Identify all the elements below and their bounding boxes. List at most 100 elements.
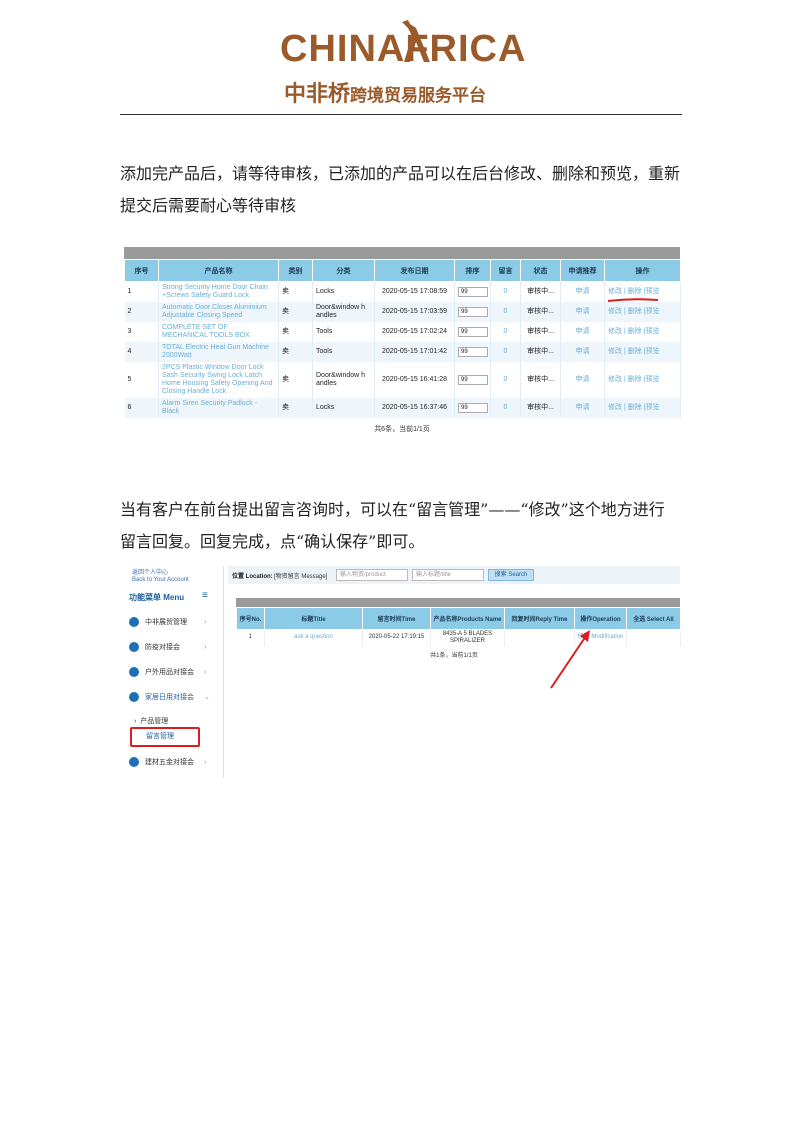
column-header: 发布日期	[374, 259, 455, 282]
cell-product: 8435-A 5 BLADES SPIRALIZER	[430, 629, 505, 646]
column-header: 类别	[278, 259, 313, 282]
cell-type: 卖	[278, 361, 313, 398]
product-name-link[interactable]: Alarm Siren Security Padlock - Black	[158, 397, 279, 418]
cell-category: Tools	[312, 321, 375, 342]
pagination-info: 共1条，当前1/1页	[430, 653, 478, 659]
sidebar-sub-products[interactable]: › 产品管理	[134, 716, 168, 726]
operation-links[interactable]: 修改 | 删除 |预览	[604, 301, 681, 322]
message-count-link[interactable]: 0	[490, 321, 521, 342]
status-badge: 审核中...	[520, 281, 561, 302]
table-row: 1 ask a question 2020-05-22 17:19:15 843…	[236, 629, 681, 646]
status-badge: 审核中...	[520, 361, 561, 398]
back-to-account-link[interactable]: 返回个人中心 Back to Your Account	[132, 570, 189, 584]
column-header: 操作	[604, 259, 681, 282]
column-header: 排序	[454, 259, 491, 282]
sort-input[interactable]: 99	[454, 281, 491, 302]
chevron-right-icon: ›	[204, 643, 207, 651]
cell-category: Door&window h andles	[312, 301, 375, 322]
sidebar: 返回个人中心 Back to Your Account 功能菜单 Menu ≡ 中…	[124, 566, 224, 778]
message-count-link[interactable]: 0	[490, 281, 521, 302]
message-count-link[interactable]: 0	[490, 301, 521, 322]
sort-input[interactable]: 99	[454, 301, 491, 322]
column-header: 申请推荐	[560, 259, 605, 282]
cell-no: 5	[124, 361, 159, 398]
menu-bullet-icon	[129, 692, 139, 702]
column-header: 序号No.	[236, 607, 265, 630]
column-header: 回复时间Reply Time	[504, 607, 575, 630]
table-row: 5 2PCS Plastic Window Door Lock Sash Secu…	[124, 361, 681, 398]
chinafrica-logo: CHINAFRICA 中非桥跨境贸易服务平台	[270, 18, 530, 107]
column-header: 留言时间Time	[362, 607, 431, 630]
arrow-annotation	[550, 630, 590, 689]
apply-recommend-link[interactable]: 申请	[560, 281, 605, 302]
menu-bullet-icon	[129, 642, 139, 652]
cell-category: Locks	[312, 281, 375, 302]
menu-bullet-icon	[129, 617, 139, 627]
product-name-link[interactable]: Strong Security Home Door Chain +Screws …	[158, 281, 279, 302]
product-name-link[interactable]: COMPLETE SET OF MECHANICAL TOOLS BOX	[158, 321, 279, 342]
title-search-input[interactable]: 输入标题/title	[412, 569, 484, 581]
sidebar-sub-messages[interactable]: 留言管理	[130, 727, 200, 747]
message-title-link[interactable]: ask a question	[264, 629, 363, 646]
sort-input[interactable]: 99	[454, 361, 491, 398]
cell-category: Door&window h andles	[312, 361, 375, 398]
product-name-link[interactable]: Automatic Door Closer Aluminium Adjustab…	[158, 301, 279, 322]
table-row: 1 Strong Security Home Door Chain +Screws…	[124, 281, 681, 302]
sort-input[interactable]: 99	[454, 397, 491, 418]
apply-recommend-link[interactable]: 申请	[560, 301, 605, 322]
cell-type: 卖	[278, 301, 313, 322]
menu-bullet-icon	[129, 757, 139, 767]
sidebar-item[interactable]: 家居日用对接会 ⌄	[129, 691, 210, 703]
message-count-link[interactable]: 0	[490, 397, 521, 418]
sidebar-item[interactable]: 建材五金对接会 ›	[129, 756, 206, 768]
cell-time: 2020-05-22 17:19:15	[362, 629, 431, 646]
sidebar-item[interactable]: 防疫对接会 ›	[129, 641, 206, 653]
cell-no: 1	[124, 281, 159, 302]
toolbar: 位置 Location: [物资留言 Message] 输入物资/product…	[228, 566, 680, 584]
paragraph-1: 添加完产品后，请等待审核，已添加的产品可以在后台修改、删除和预览，重新提交后需要…	[120, 164, 681, 215]
apply-recommend-link[interactable]: 申请	[560, 397, 605, 418]
status-badge: 审核中...	[520, 341, 561, 362]
product-table: 序号 产品名称 类别 分类 发布日期 排序 留言 状态 申请推荐 操作 1 Strong Secur…	[124, 259, 681, 418]
apply-recommend-link[interactable]: 申请	[560, 321, 605, 342]
table-topbar	[236, 598, 680, 607]
operation-links[interactable]: 修改 | 删除 |预览	[604, 397, 681, 418]
search-button[interactable]: 搜索 Search	[488, 569, 534, 581]
cell-date: 2020-05-15 16:37:46	[374, 397, 455, 418]
cell-date: 2020-05-15 17:03:59	[374, 301, 455, 322]
message-count-link[interactable]: 0	[490, 361, 521, 398]
operation-links[interactable]: 修改 | 删除 |预览	[604, 361, 681, 398]
product-list-screenshot: 序号 产品名称 类别 分类 发布日期 排序 留言 状态 申请推荐 操作 1 Strong Secur…	[124, 247, 681, 433]
table-row: 4 TOTAL Electric Heat Gun Machine 2000Wat…	[124, 341, 681, 362]
sidebar-item[interactable]: 中非展贸管理 ›	[129, 616, 206, 628]
table-row: 6 Alarm Siren Security Padlock - Black 卖 Lo…	[124, 397, 681, 418]
location-path: [物资留言 Message]	[274, 574, 328, 580]
product-search-input[interactable]: 输入物资/product	[336, 569, 408, 581]
cell-no: 4	[124, 341, 159, 362]
status-badge: 审核中...	[520, 301, 561, 322]
hamburger-icon[interactable]: ≡	[202, 590, 208, 601]
column-header: 操作Operation	[574, 607, 627, 630]
logo-text-cn: 中非桥跨境贸易服务平台	[284, 82, 487, 107]
product-name-link[interactable]: 2PCS Plastic Window Door Lock Sash Secur…	[158, 361, 279, 398]
cell-category: Locks	[312, 397, 375, 418]
chevron-right-icon: ›	[204, 758, 207, 766]
column-header: 产品名称Products Name	[430, 607, 505, 630]
operation-links[interactable]: 修改 | 删除 |预览	[604, 321, 681, 342]
message-count-link[interactable]: 0	[490, 341, 521, 362]
chevron-right-icon: ›	[204, 618, 207, 626]
apply-recommend-link[interactable]: 申请	[560, 361, 605, 398]
column-header[interactable]: 全选 Select All	[626, 607, 681, 630]
pagination-info: 共6条，当前1/1页	[374, 425, 430, 433]
sort-input[interactable]: 99	[454, 341, 491, 362]
operation-links[interactable]: 修改 | 删除 |预览	[604, 341, 681, 362]
cell-no: 1	[236, 629, 265, 646]
apply-recommend-link[interactable]: 申请	[560, 341, 605, 362]
sort-input[interactable]: 99	[454, 321, 491, 342]
table-row: 2 Automatic Door Closer Aluminium Adjusta…	[124, 301, 681, 322]
product-name-link[interactable]: TOTAL Electric Heat Gun Machine 2000Watt	[158, 341, 279, 362]
column-header: 分类	[312, 259, 375, 282]
sidebar-item[interactable]: 户外用品对接会 ›	[129, 666, 206, 678]
main-content: 位置 Location: [物资留言 Message] 输入物资/product…	[228, 566, 681, 778]
chevron-right-icon: ›	[204, 668, 207, 676]
